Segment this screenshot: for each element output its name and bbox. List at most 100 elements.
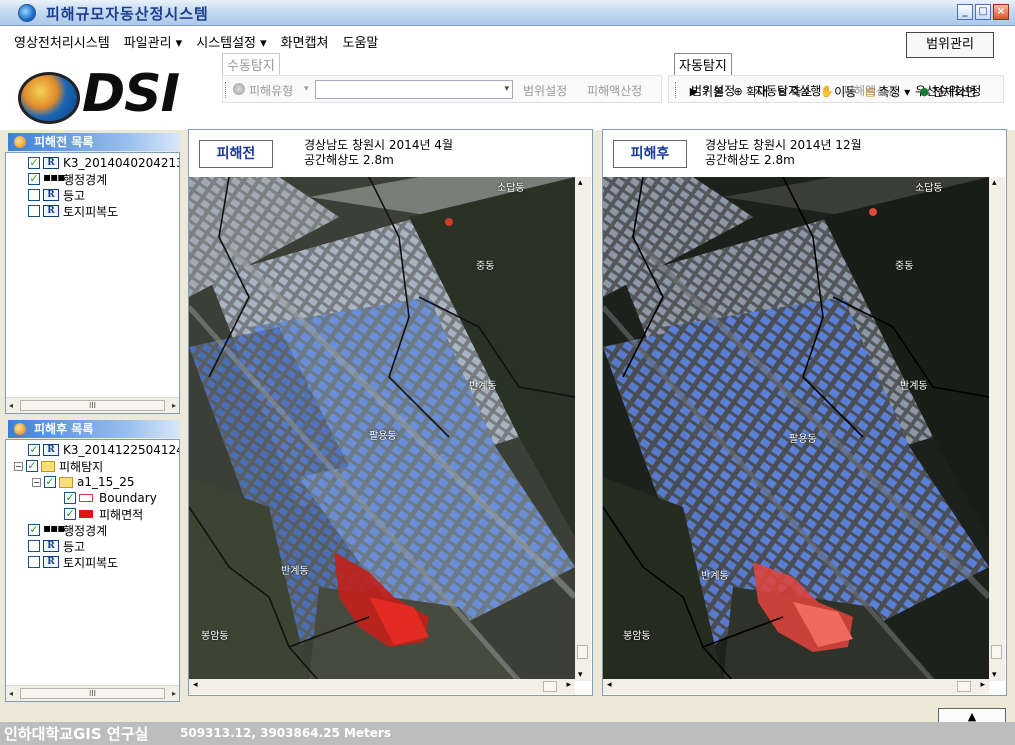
tree-row[interactable]: ✓ Boundary: [64, 490, 157, 506]
logo-globe-icon: [18, 72, 80, 124]
damage-type-combo[interactable]: ▾: [315, 80, 513, 99]
layer-checkbox[interactable]: [28, 189, 40, 201]
layer-label: 행정경계: [63, 172, 108, 187]
tool-zoom-out[interactable]: ⊖ 축소: [776, 83, 813, 100]
tree-row[interactable]: − ✓ a1_15_25: [32, 474, 135, 490]
layer-checkbox[interactable]: [28, 205, 40, 217]
tree-row[interactable]: ✓ ▪▪▪ 행정경계: [28, 522, 107, 538]
after-map-resolution: 공간해상도 2.8m: [705, 153, 795, 167]
combo-arrow-icon[interactable]: ▾: [504, 84, 509, 94]
layer-checkbox[interactable]: [28, 540, 40, 552]
scroll-right-icon[interactable]: ▸: [172, 689, 176, 698]
dsi-logo: DSI: [18, 64, 198, 126]
scroll-right-icon[interactable]: ▸: [172, 401, 176, 410]
tree-row[interactable]: R 토지피복도: [28, 554, 118, 570]
scroll-left-icon[interactable]: ◂: [607, 680, 612, 690]
tree-row[interactable]: R 토지피복도: [28, 203, 118, 219]
layer-checkbox[interactable]: ✓: [64, 508, 76, 520]
scroll-down-icon[interactable]: ▾: [992, 670, 997, 680]
before-map-panel: 피해전 경상남도 창원시 2014년 4월 공간해상도 2.8m 소답동 중동 …: [188, 129, 593, 696]
tree-row[interactable]: ✓ R K3_20141225041242: [28, 442, 179, 458]
layer-checkbox[interactable]: ✓: [28, 157, 40, 169]
before-label-button[interactable]: 피해전: [199, 140, 273, 168]
menu-capture[interactable]: 화면캡쳐: [279, 32, 331, 51]
before-map-vscroll[interactable]: ▴ ▾: [575, 177, 591, 681]
menu-file[interactable]: 파일관리 ▾: [122, 32, 185, 51]
scroll-down-icon[interactable]: ▾: [578, 670, 583, 680]
minimize-button[interactable]: _: [957, 4, 973, 20]
scroll-up-icon[interactable]: ▴: [578, 178, 583, 188]
scroll-left-icon[interactable]: ◂: [193, 680, 198, 690]
scroll-thumb[interactable]: [991, 645, 1002, 659]
layer-checkbox[interactable]: ✓: [26, 460, 38, 472]
menu-settings[interactable]: 시스템설정 ▾: [194, 32, 268, 51]
layer-label: 토지피복도: [63, 204, 119, 219]
tool-default[interactable]: ▶ 기본: [688, 83, 724, 100]
scroll-left-icon[interactable]: ◂: [9, 689, 13, 698]
scroll-thumb[interactable]: [543, 681, 557, 692]
menu-help[interactable]: 도움말: [341, 32, 381, 51]
damage-type-arrow[interactable]: ▾: [304, 84, 309, 94]
scroll-right-icon[interactable]: ▸: [566, 680, 571, 690]
toolbar-grip[interactable]: [225, 82, 228, 98]
tool-measure[interactable]: ▤ 측정 ▾: [864, 83, 910, 100]
layer-checkbox[interactable]: ✓: [44, 476, 56, 488]
scroll-right-icon[interactable]: ▸: [980, 680, 985, 690]
after-satellite-image[interactable]: 소답동 중동 반계동 팔용동 반계동 봉암동: [603, 177, 989, 681]
menu-bar: 영상전처리시스템 파일관리 ▾ 시스템설정 ▾ 화면캡쳐 도움말: [12, 32, 380, 51]
after-tree-hscroll[interactable]: ◂ III ▸: [6, 685, 179, 701]
tool-pan[interactable]: ✋ 이동: [820, 83, 856, 100]
toolbar-grip[interactable]: [675, 82, 678, 98]
tree-row[interactable]: ✓ R K3_20140402042134: [28, 155, 179, 171]
collapse-icon[interactable]: −: [14, 461, 23, 471]
folder-icon: [41, 460, 55, 472]
after-map-hscroll[interactable]: ◂ ▸: [603, 679, 989, 694]
close-button[interactable]: ×: [993, 4, 1009, 20]
place-label: 중동: [895, 261, 914, 272]
layer-checkbox[interactable]: ✓: [28, 173, 40, 185]
status-coordinates: 509313.12, 3903864.25 Meters: [180, 726, 391, 740]
after-label-button[interactable]: 피해후: [613, 140, 687, 168]
scroll-left-icon[interactable]: ◂: [9, 401, 13, 410]
scroll-thumb[interactable]: [957, 681, 971, 692]
scroll-up-icon[interactable]: ▴: [992, 178, 997, 188]
tree-row[interactable]: ✓ 피해면적: [64, 506, 143, 522]
layer-checkbox[interactable]: ✓: [64, 492, 76, 504]
range-management-button[interactable]: 범위관리: [906, 32, 994, 58]
before-satellite-image[interactable]: 소답동 중동 반계동 팔용동 반계동 봉암동: [189, 177, 575, 681]
damage-type-icon: [233, 83, 245, 95]
window-controls: _ □ ×: [957, 4, 1009, 20]
zoom-in-icon: ⊕: [733, 84, 743, 98]
maximize-button[interactable]: □: [975, 4, 991, 20]
after-map-info: 경상남도 창원시 2014년 12월 공간해상도 2.8m: [705, 138, 862, 168]
tree-row[interactable]: R 등고: [28, 187, 85, 203]
before-list-header: 피해전 목록: [8, 133, 180, 151]
before-tree-hscroll[interactable]: ◂ III ▸: [6, 397, 179, 413]
raster-layer-icon: R: [43, 189, 59, 201]
tree-row[interactable]: R 등고: [28, 538, 85, 554]
damage-type-label[interactable]: 피해유형: [249, 82, 293, 99]
raster-layer-icon: R: [43, 556, 59, 568]
manual-range-setting-button[interactable]: 범위설정: [523, 82, 567, 99]
layer-list-icon: [14, 136, 26, 148]
after-map-vscroll[interactable]: ▴ ▾: [989, 177, 1005, 681]
layer-checkbox[interactable]: ✓: [28, 444, 40, 456]
manual-damage-calc-button[interactable]: 피해액산정: [587, 82, 642, 99]
scroll-thumb[interactable]: [577, 645, 588, 659]
layer-checkbox[interactable]: [28, 556, 40, 568]
tree-row[interactable]: − ✓ 피해탐지: [14, 458, 103, 474]
tool-full-extent[interactable]: ● 전체화면: [918, 83, 976, 100]
tool-zoom-out-label: 축소: [790, 85, 813, 99]
before-map-hscroll[interactable]: ◂ ▸: [189, 679, 575, 694]
tree-row[interactable]: ✓ ▪▪▪ 행정경계: [28, 171, 107, 187]
before-map-location: 경상남도 창원시 2014년 4월: [304, 138, 453, 152]
scroll-thumb[interactable]: III: [20, 400, 165, 411]
after-layer-tree: ✓ R K3_20141225041242 − ✓ 피해탐지 − ✓ a1_15_25 ✓ B…: [5, 439, 180, 702]
scroll-thumb[interactable]: III: [20, 688, 165, 699]
menu-preprocess[interactable]: 영상전처리시스템: [12, 32, 112, 51]
collapse-icon[interactable]: −: [32, 477, 41, 487]
layer-checkbox[interactable]: ✓: [28, 524, 40, 536]
manual-detect-toolbar: 피해유형 ▾ ▾ 범위설정 피해액산정: [222, 75, 662, 103]
tool-zoom-in-label: 확대: [746, 85, 769, 99]
tool-zoom-in[interactable]: ⊕ 확대: [732, 83, 768, 100]
